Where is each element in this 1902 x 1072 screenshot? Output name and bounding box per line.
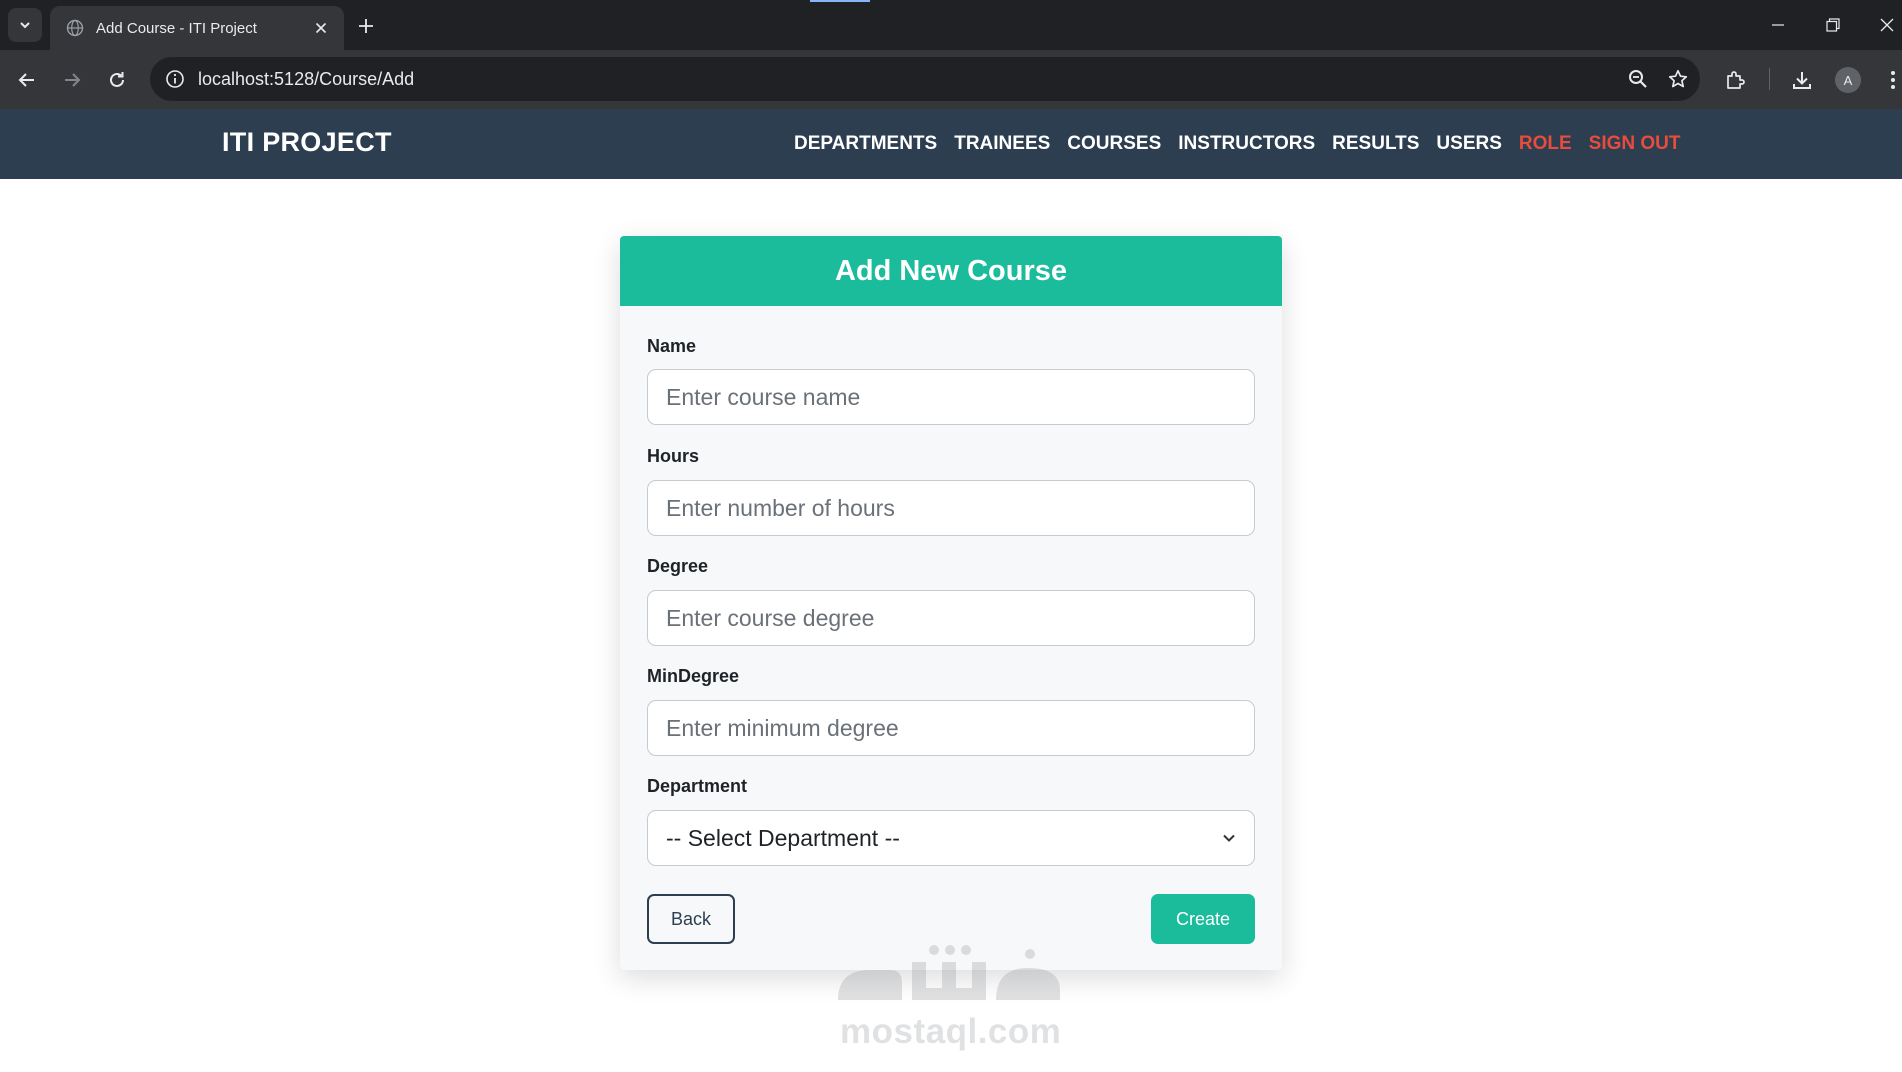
degree-label: Degree xyxy=(647,556,709,576)
brand-logo[interactable]: ITI PROJECT xyxy=(222,127,392,158)
close-window-button[interactable] xyxy=(1870,8,1902,42)
close-icon xyxy=(1880,18,1894,32)
app-navbar: ITI PROJECT DEPARTMENTS TRAINEES COURSES… xyxy=(0,109,1902,179)
arrow-left-icon xyxy=(18,73,34,87)
avatar: A xyxy=(1835,67,1861,93)
download-icon xyxy=(1793,72,1811,89)
nav-link-sign-out[interactable]: SIGN OUT xyxy=(1589,133,1681,155)
star-icon xyxy=(1668,69,1688,88)
arrow-right-icon xyxy=(65,73,81,87)
plus-icon xyxy=(359,19,373,33)
browser-menu-button[interactable] xyxy=(1875,62,1902,98)
department-label: Department xyxy=(647,776,748,796)
back-nav-button[interactable] xyxy=(9,62,45,98)
watermark: mostaql.com xyxy=(830,940,1070,1055)
nav-link-role[interactable]: ROLE xyxy=(1519,133,1572,155)
forward-nav-button[interactable] xyxy=(54,62,90,98)
nav-links: DEPARTMENTS TRAINEES COURSES INSTRUCTORS… xyxy=(794,132,1681,156)
zoom-out-icon xyxy=(1629,70,1647,88)
tab-search-button[interactable] xyxy=(8,8,42,42)
chevron-down-icon xyxy=(20,22,30,29)
downloads-button[interactable] xyxy=(1784,62,1820,98)
watermark-logo-icon xyxy=(838,945,1060,1000)
new-tab-button[interactable] xyxy=(352,12,380,40)
active-browser-tab[interactable]: Add Course - ITI Project xyxy=(50,6,344,50)
watermark-text: mostaql.com xyxy=(840,1012,1062,1051)
form-title: Add New Course xyxy=(834,254,1068,287)
chevron-down-icon xyxy=(1223,834,1235,842)
hours-input[interactable] xyxy=(647,480,1255,536)
tab-highlight xyxy=(810,0,870,2)
nav-link-instructors[interactable]: INSTRUCTORS xyxy=(1178,133,1315,155)
tab-title: Add Course - ITI Project xyxy=(96,19,257,37)
back-button[interactable]: Back xyxy=(647,894,735,944)
department-selected-value: -- Select Department -- xyxy=(666,824,900,851)
browser-tab-bar: Add Course - ITI Project xyxy=(0,0,1902,50)
reload-icon xyxy=(110,72,124,87)
profile-button[interactable]: A xyxy=(1830,62,1866,98)
card-header: Add New Course xyxy=(620,236,1282,306)
nav-link-users[interactable]: USERS xyxy=(1436,133,1501,155)
bookmark-button[interactable] xyxy=(1660,61,1696,97)
nav-link-courses[interactable]: COURSES xyxy=(1067,133,1161,155)
restore-icon xyxy=(1826,18,1840,32)
department-select[interactable]: -- Select Department -- xyxy=(647,810,1255,866)
nav-link-departments[interactable]: DEPARTMENTS xyxy=(794,133,937,155)
url-text[interactable]: localhost:5128/Course/Add xyxy=(198,69,1620,90)
min-degree-input[interactable] xyxy=(647,700,1255,756)
nav-link-trainees[interactable]: TRAINEES xyxy=(954,133,1050,155)
more-vertical-icon xyxy=(1891,71,1895,89)
browser-toolbar: localhost:5128/Course/Add A xyxy=(0,50,1902,109)
restore-window-button[interactable] xyxy=(1816,8,1850,42)
close-icon xyxy=(315,22,327,34)
reload-button[interactable] xyxy=(99,62,135,98)
minimize-icon xyxy=(1772,24,1784,26)
create-button[interactable]: Create xyxy=(1151,894,1255,944)
globe-icon xyxy=(66,19,84,37)
zoom-button[interactable] xyxy=(1620,61,1656,97)
puzzle-icon xyxy=(1727,71,1745,89)
minimize-window-button[interactable] xyxy=(1761,8,1795,42)
site-info-icon[interactable] xyxy=(164,68,186,90)
toolbar-divider xyxy=(1769,68,1770,90)
name-label: Name xyxy=(647,336,697,356)
hours-label: Hours xyxy=(647,446,700,466)
degree-input[interactable] xyxy=(647,590,1255,646)
min-degree-label: MinDegree xyxy=(647,666,740,686)
add-course-card: Add New Course Name Hours Degree MinDegr… xyxy=(620,236,1282,970)
nav-link-results[interactable]: RESULTS xyxy=(1332,133,1419,155)
course-name-input[interactable] xyxy=(647,369,1255,425)
tab-close-button[interactable] xyxy=(310,17,332,39)
address-bar[interactable]: localhost:5128/Course/Add xyxy=(150,57,1700,101)
extensions-button[interactable] xyxy=(1717,62,1753,98)
